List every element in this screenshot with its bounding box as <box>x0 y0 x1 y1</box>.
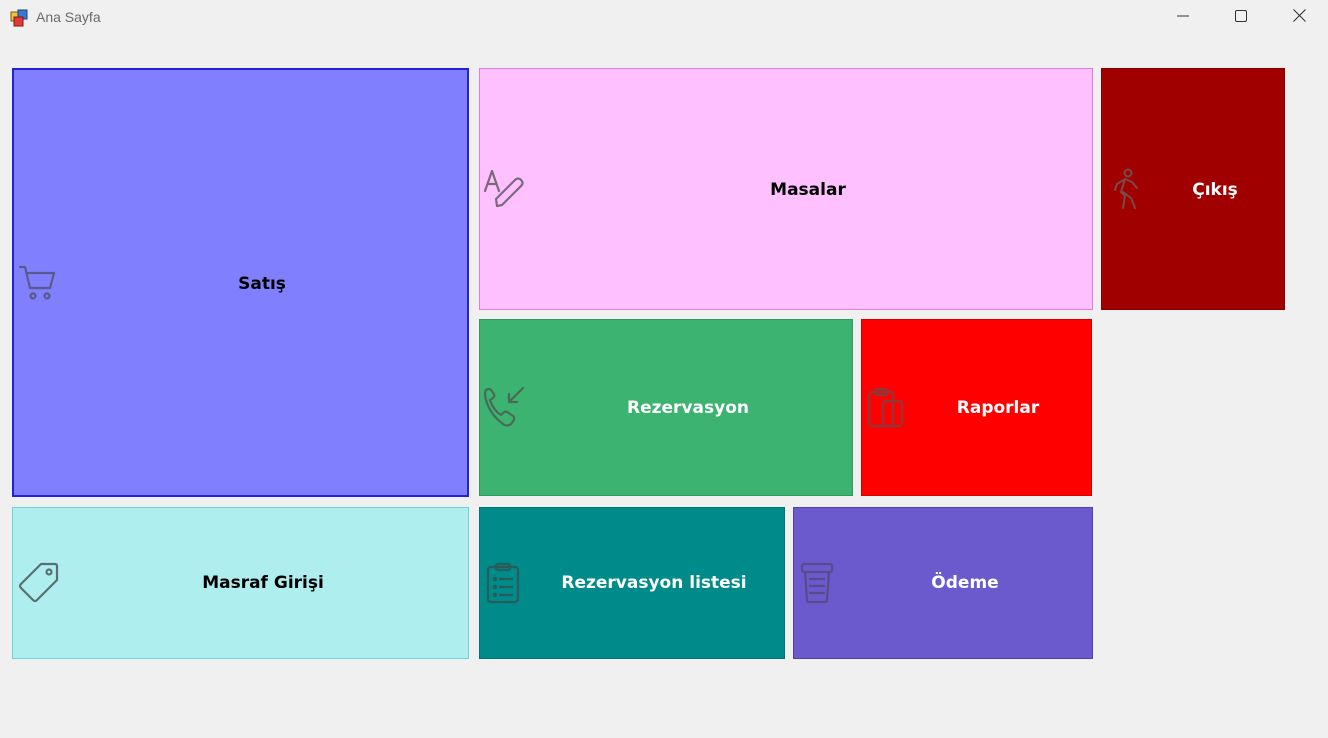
satis-label: Satış <box>238 274 286 294</box>
pen-text-icon <box>483 169 525 209</box>
masraf-girisi-label: Masraf Girişi <box>202 573 324 593</box>
rezervasyon-label: Rezervasyon <box>627 398 749 418</box>
raporlar-button[interactable]: Raporlar <box>861 319 1092 496</box>
rezervasyon-listesi-button[interactable]: Rezervasyon listesi <box>479 507 785 659</box>
trash-icon <box>800 562 834 604</box>
odeme-label: Ödeme <box>931 573 999 593</box>
walking-person-icon <box>1111 168 1143 210</box>
title-bar: Ana Sayfa <box>0 0 1328 38</box>
masalar-label: Masalar <box>770 180 846 200</box>
rezervasyon-button[interactable]: Rezervasyon <box>479 319 853 496</box>
tag-icon <box>17 562 59 604</box>
masraf-girisi-button[interactable]: Masraf Girişi <box>12 507 469 659</box>
minimize-button[interactable] <box>1154 0 1212 36</box>
close-button[interactable] <box>1270 0 1328 36</box>
masalar-button[interactable]: Masalar <box>479 68 1093 310</box>
maximize-icon <box>1235 9 1247 27</box>
clipboard-icon <box>867 387 905 429</box>
cikis-button[interactable]: Çıkış <box>1101 68 1285 310</box>
cart-icon <box>19 265 57 301</box>
satis-button[interactable]: Satış <box>12 68 469 497</box>
rezervasyon-listesi-label: Rezervasyon listesi <box>561 573 747 593</box>
phone-incoming-icon <box>483 386 527 428</box>
raporlar-label: Raporlar <box>956 398 1040 418</box>
clipboard-list-icon <box>486 562 520 604</box>
app-icon <box>10 9 28 27</box>
maximize-button[interactable] <box>1212 0 1270 36</box>
minimize-icon <box>1177 9 1189 27</box>
window-title: Ana Sayfa <box>36 9 101 25</box>
odeme-button[interactable]: Ödeme <box>793 507 1093 659</box>
close-icon <box>1292 9 1306 27</box>
cikis-label: Çıkış <box>1192 180 1238 200</box>
